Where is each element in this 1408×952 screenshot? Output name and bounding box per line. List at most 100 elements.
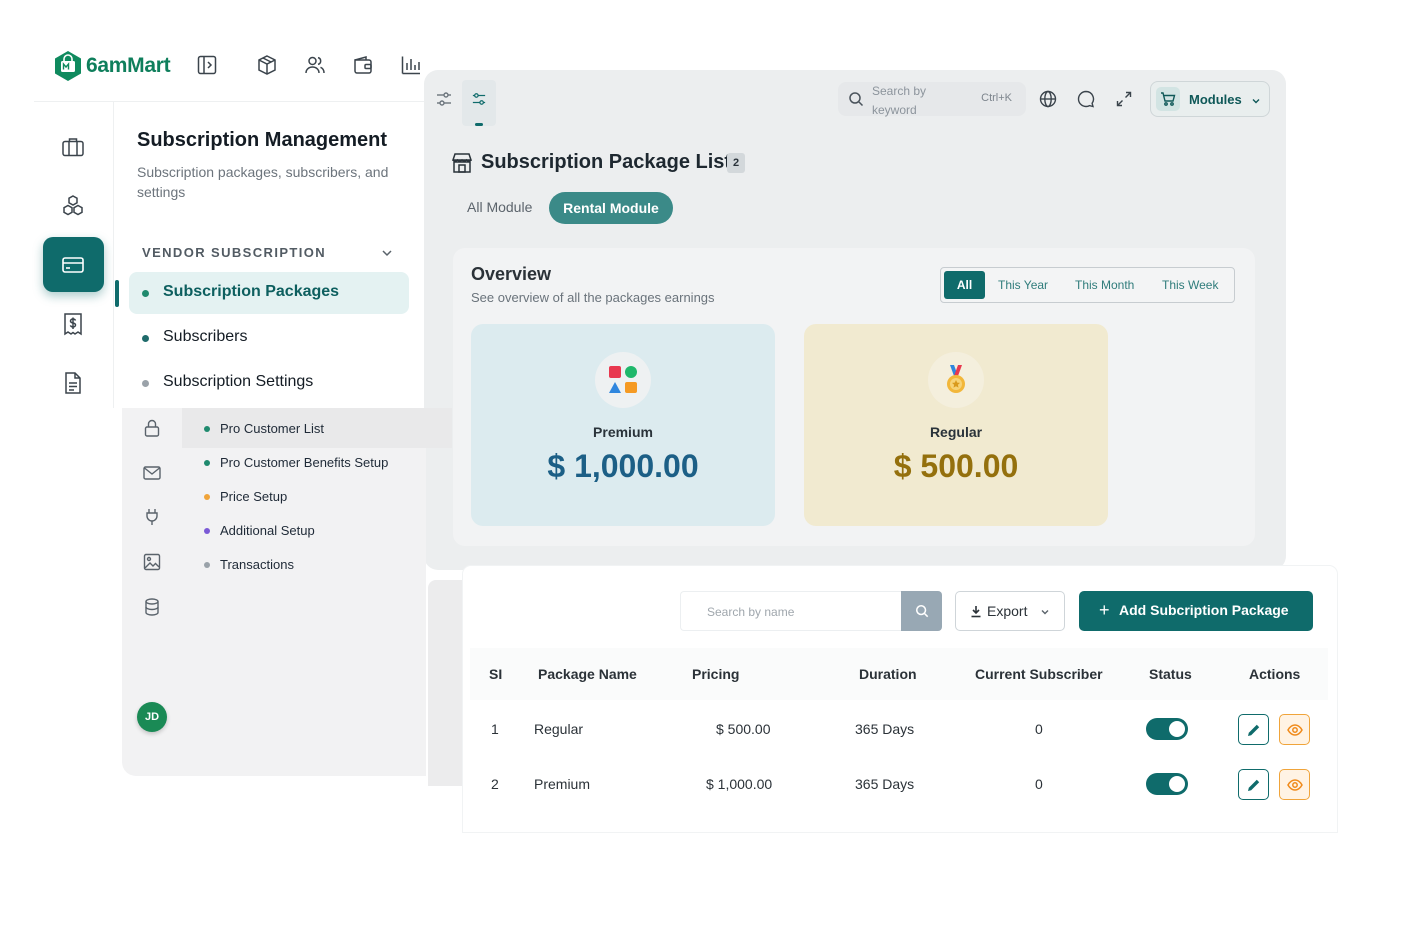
view-button[interactable] bbox=[1279, 714, 1310, 745]
filter-settings-icon[interactable] bbox=[436, 91, 452, 107]
menu-item-label: Subscription Settings bbox=[163, 373, 314, 390]
users-icon[interactable] bbox=[304, 54, 328, 78]
package-count-badge: 2 bbox=[727, 153, 745, 173]
plug-icon[interactable] bbox=[142, 507, 162, 527]
status-toggle[interactable] bbox=[1146, 718, 1188, 740]
briefcase-icon[interactable] bbox=[61, 135, 85, 159]
image-icon[interactable] bbox=[142, 552, 162, 572]
cell-package-name: Regular bbox=[534, 721, 584, 737]
filter-all[interactable]: All bbox=[944, 271, 985, 299]
regular-earnings-card: Regular $ 500.00 bbox=[804, 324, 1108, 526]
status-toggle[interactable] bbox=[1146, 773, 1188, 795]
export-label: Export bbox=[987, 603, 1028, 619]
regular-card-amount: $ 500.00 bbox=[893, 448, 1019, 484]
premium-card-amount: $ 1,000.00 bbox=[547, 448, 699, 484]
brand-logo-icon bbox=[53, 50, 83, 82]
cart-icon bbox=[1156, 87, 1180, 111]
tab-all-module[interactable]: All Module bbox=[467, 199, 532, 215]
filter-this-week[interactable]: This Week bbox=[1162, 268, 1218, 302]
expand-icon[interactable] bbox=[1116, 91, 1132, 107]
sub-item-label: Transactions bbox=[220, 557, 294, 572]
chat-icon[interactable] bbox=[1077, 90, 1095, 108]
menu-subtitle: Subscription packages, subscribers, and … bbox=[137, 164, 389, 200]
lock-icon[interactable] bbox=[142, 418, 162, 438]
cell-si: 1 bbox=[491, 721, 499, 737]
user-avatar[interactable]: JD bbox=[137, 702, 167, 732]
bar-chart-icon[interactable] bbox=[400, 54, 424, 78]
database-icon[interactable] bbox=[142, 597, 162, 617]
box-icon[interactable] bbox=[256, 54, 280, 78]
cell-current-subscriber: 0 bbox=[1035, 721, 1043, 737]
regular-card-name: Regular bbox=[929, 424, 983, 440]
invoice-icon[interactable] bbox=[61, 312, 85, 336]
eye-icon bbox=[1287, 724, 1303, 736]
search-icon bbox=[915, 604, 929, 618]
brand-name: 6amMart bbox=[86, 54, 171, 77]
menu-section-vendor-subscription[interactable]: VENDOR SUBSCRIPTION bbox=[142, 245, 326, 260]
chevron-down-icon[interactable] bbox=[380, 246, 394, 260]
chevron-down-icon bbox=[1041, 610, 1049, 615]
pencil-icon bbox=[1248, 779, 1260, 791]
active-indicator-bar bbox=[115, 280, 119, 307]
global-search-input[interactable]: Search by keyword Ctrl+K bbox=[838, 82, 1026, 117]
export-button[interactable]: Export bbox=[955, 591, 1065, 631]
menu-item-subscription-settings[interactable]: Subscription Settings bbox=[129, 362, 409, 404]
edit-button[interactable] bbox=[1238, 769, 1269, 800]
modules-label: Modules bbox=[1189, 92, 1242, 107]
premium-earnings-card: Premium $ 1,000.00 bbox=[471, 324, 775, 526]
cubes-icon[interactable] bbox=[61, 194, 85, 218]
eye-icon bbox=[1287, 779, 1303, 791]
overview-title: Overview bbox=[471, 264, 552, 284]
view-button[interactable] bbox=[1279, 769, 1310, 800]
panel-shadow-strip bbox=[428, 580, 464, 786]
column-header-duration: Duration bbox=[859, 666, 917, 682]
tab-rental-module[interactable]: Rental Module bbox=[549, 192, 673, 224]
download-icon bbox=[971, 606, 981, 618]
cell-pricing: $ 1,000.00 bbox=[706, 776, 773, 792]
add-button-label: Add Subcription Package bbox=[1119, 602, 1289, 618]
filter-this-year[interactable]: This Year bbox=[998, 268, 1048, 302]
plus-icon: + bbox=[1099, 600, 1110, 620]
table-search-button[interactable] bbox=[901, 591, 942, 631]
sub-item-label: Pro Customer List bbox=[220, 421, 325, 436]
document-icon[interactable] bbox=[61, 371, 85, 395]
table-search-placeholder: Search by name bbox=[707, 605, 795, 619]
column-header-actions: Actions bbox=[1249, 666, 1301, 682]
edit-button[interactable] bbox=[1238, 714, 1269, 745]
add-subscription-package-button[interactable]: + Add Subcription Package bbox=[1079, 591, 1313, 631]
store-icon bbox=[451, 152, 473, 174]
menu-item-subscription-packages[interactable]: Subscription Packages bbox=[129, 272, 409, 314]
medal-icon bbox=[928, 352, 984, 408]
menu-title: Subscription Management bbox=[137, 129, 388, 151]
sub-item-label: Price Setup bbox=[220, 489, 288, 504]
menu-toggle-tab[interactable] bbox=[462, 80, 496, 126]
cell-duration: 365 Days bbox=[855, 776, 915, 792]
modules-dropdown[interactable]: Modules bbox=[1150, 81, 1270, 117]
column-header-status: Status bbox=[1149, 666, 1192, 682]
overview-subtitle: See overview of all the packages earning… bbox=[471, 290, 715, 305]
time-filter-group: All This Year This Month This Week bbox=[940, 267, 1235, 303]
cell-si: 2 bbox=[491, 776, 499, 792]
search-icon bbox=[849, 92, 864, 107]
menu-item-label: Subscription Packages bbox=[163, 283, 340, 300]
page-title: Subscription Package List bbox=[481, 151, 732, 173]
column-header-pricing: Pricing bbox=[692, 666, 740, 682]
wallet-icon[interactable] bbox=[352, 54, 376, 78]
table-search-input[interactable]: Search by name bbox=[680, 591, 902, 631]
globe-icon[interactable] bbox=[1039, 90, 1057, 108]
sub-item-label: Pro Customer Benefits Setup bbox=[220, 455, 389, 470]
menu-item-subscribers[interactable]: Subscribers bbox=[129, 317, 409, 359]
mail-icon[interactable] bbox=[142, 463, 162, 483]
card-icon[interactable] bbox=[61, 253, 85, 277]
column-header-package-name: Package Name bbox=[538, 666, 637, 682]
chevron-down-icon bbox=[1252, 99, 1260, 104]
cell-pricing: $ 500.00 bbox=[716, 721, 771, 737]
cell-duration: 365 Days bbox=[855, 721, 915, 737]
cell-package-name: Premium bbox=[534, 776, 591, 792]
sidebar-toggle-icon[interactable] bbox=[196, 54, 220, 78]
search-shortcut: Ctrl+K bbox=[981, 92, 1012, 104]
cell-current-subscriber: 0 bbox=[1035, 776, 1043, 792]
filter-this-month[interactable]: This Month bbox=[1075, 268, 1134, 302]
pencil-icon bbox=[1248, 724, 1260, 736]
menu-item-label: Subscribers bbox=[163, 328, 248, 345]
